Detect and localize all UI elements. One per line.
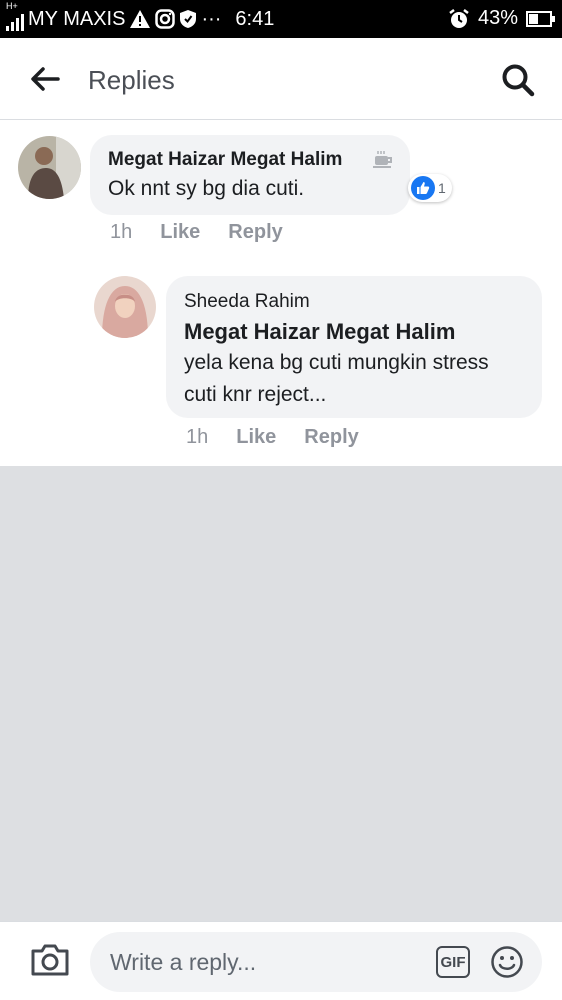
more-indicator: ··· [201,7,222,30]
avatar[interactable] [94,276,156,338]
comment-author[interactable]: Sheeda Rahim [184,291,310,313]
arrow-left-icon[interactable] [28,62,62,96]
mention-link[interactable]: Megat Haizar Megat Halim [184,319,455,345]
comment-bubble[interactable]: Sheeda Rahim Megat Haizar Megat Halim ye… [166,276,542,418]
like-reaction-icon [411,176,435,200]
gif-button[interactable]: GIF [436,946,470,978]
camera-icon[interactable] [30,942,70,978]
app-bar: Replies [0,38,562,120]
comment-time: 1h [186,426,209,448]
avatar[interactable] [18,136,81,199]
warning-icon [130,10,151,28]
reply-button[interactable]: Reply [304,426,358,449]
instagram-icon [155,9,176,29]
reaction-summary[interactable]: 1 [408,174,452,202]
comment-author[interactable]: Megat Haizar Megat Halim [108,149,342,171]
comment-actions: 1h Like Reply [186,426,359,449]
comment-bubble[interactable]: Megat Haizar Megat Halim Ok nnt sy bg di… [90,135,410,215]
page-title: Replies [88,65,175,95]
signal-icon: H+ [6,1,24,31]
status-bar: H+ MY MAXIS ··· 6:41 43% [0,0,562,38]
search-icon[interactable] [500,62,536,98]
comment-time: 1h [110,221,133,243]
like-button[interactable]: Like [160,221,200,244]
like-button[interactable]: Like [236,426,276,449]
battery-level: 43% [477,7,518,29]
shield-icon [180,10,197,28]
comment-text: Ok nnt sy bg dia cuti. [108,177,305,200]
clock: 6:41 [235,7,275,30]
comment-actions: 1h Like Reply [110,221,283,244]
coffee-cup-icon [373,151,392,168]
reply-composer: Write a reply... GIF [0,921,562,1000]
battery-icon [526,10,555,27]
reply-placeholder: Write a reply... [110,949,257,975]
replies-list: Megat Haizar Megat Halim Ok nnt sy bg di… [0,121,562,466]
reply-input[interactable]: Write a reply... GIF [90,932,542,992]
reply-button[interactable]: Reply [228,221,282,244]
carrier-name: MY MAXIS [28,7,126,30]
alarm-icon [449,8,469,28]
network-type: H+ [6,1,18,11]
reaction-count: 1 [438,180,446,196]
comment-text: yela kena bg cuti mungkin stress cuti kn… [184,351,489,406]
empty-area [0,466,562,921]
emoji-icon[interactable] [490,945,524,979]
